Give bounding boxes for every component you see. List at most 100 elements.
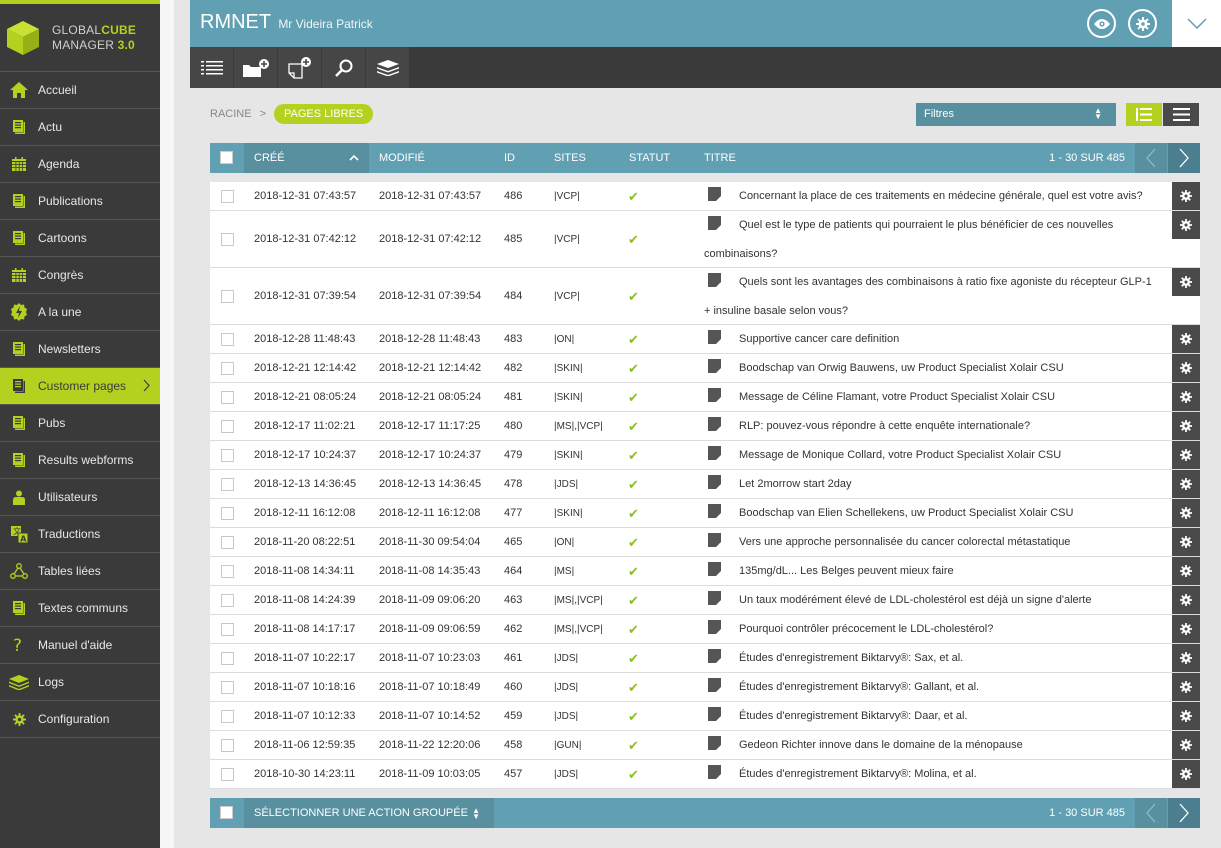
footer-previous-page-button[interactable] xyxy=(1135,798,1167,828)
footer-next-page-button[interactable] xyxy=(1168,798,1200,828)
next-page-button[interactable] xyxy=(1168,143,1200,173)
sidebar-item-manuel-d-aide[interactable]: ? Manuel d'aide xyxy=(0,627,160,664)
row-settings-button[interactable] xyxy=(1172,499,1200,527)
cell-titre[interactable]: Let 2morrow start 2day xyxy=(704,470,1160,499)
cell-titre[interactable]: Études d'enregistrement Biktarvy®: Galla… xyxy=(704,673,1160,702)
cell-titre[interactable]: Études d'enregistrement Biktarvy®: Daar,… xyxy=(704,702,1160,731)
cell-titre[interactable]: Boodschap van Elien Schellekens, uw Prod… xyxy=(704,499,1160,528)
column-statut[interactable]: STATUT xyxy=(629,143,670,173)
table-row[interactable]: 2018-11-07 10:22:17 2018-11-07 10:23:03 46… xyxy=(210,644,1200,673)
cell-titre[interactable]: Message de Céline Flamant, votre Product… xyxy=(704,383,1160,412)
table-row[interactable]: 2018-11-08 14:24:39 2018-11-09 09:06:20 46… xyxy=(210,586,1200,615)
row-checkbox[interactable] xyxy=(221,768,234,781)
table-row[interactable]: 2018-12-21 08:05:24 2018-12-21 08:05:24 48… xyxy=(210,383,1200,412)
row-settings-button[interactable] xyxy=(1172,441,1200,469)
row-settings-button[interactable] xyxy=(1172,211,1200,239)
row-checkbox[interactable] xyxy=(221,290,234,303)
row-settings-button[interactable] xyxy=(1172,702,1200,730)
cell-titre[interactable]: Quel est le type de patients qui pourrai… xyxy=(704,211,1160,268)
sidebar-item-results-webforms[interactable]: Results webforms xyxy=(0,442,160,479)
sidebar-item-accueil[interactable]: Accueil xyxy=(0,72,160,109)
cell-titre[interactable]: Message de Monique Collard, votre Produc… xyxy=(704,441,1160,470)
row-checkbox[interactable] xyxy=(221,190,234,203)
table-row[interactable]: 2018-11-06 12:59:35 2018-11-22 12:20:06 45… xyxy=(210,731,1200,760)
cell-titre[interactable]: Gedeon Richter innove dans le domaine de… xyxy=(704,731,1160,760)
column-modifie[interactable]: MODIFIÉ xyxy=(379,143,425,173)
filters-select[interactable]: Filtres ▲ ▼ xyxy=(916,103,1116,126)
row-checkbox[interactable] xyxy=(221,594,234,607)
previous-page-button[interactable] xyxy=(1135,143,1167,173)
row-settings-button[interactable] xyxy=(1172,268,1200,296)
table-row[interactable]: 2018-12-31 07:42:12 2018-12-31 07:42:12 48… xyxy=(210,211,1200,268)
preview-button[interactable] xyxy=(1087,9,1116,38)
sidebar-item-configuration[interactable]: Configuration xyxy=(0,701,160,738)
column-sites[interactable]: SITES xyxy=(554,143,586,173)
row-checkbox[interactable] xyxy=(221,652,234,665)
breadcrumb-root[interactable]: RACINE xyxy=(210,108,252,120)
row-settings-button[interactable] xyxy=(1172,412,1200,440)
row-checkbox[interactable] xyxy=(221,449,234,462)
add-folder-button[interactable] xyxy=(234,47,278,88)
cell-titre[interactable]: Supportive cancer care definition xyxy=(704,325,1160,354)
table-row[interactable]: 2018-12-21 12:14:42 2018-12-21 12:14:42 48… xyxy=(210,354,1200,383)
settings-button[interactable] xyxy=(1128,9,1157,38)
row-checkbox[interactable] xyxy=(221,710,234,723)
cell-titre[interactable]: 135mg/dL... Les Belges peuvent mieux fai… xyxy=(704,557,1160,586)
row-checkbox[interactable] xyxy=(221,739,234,752)
add-page-button[interactable] xyxy=(278,47,322,88)
sidebar-item-pubs[interactable]: Pubs xyxy=(0,405,160,442)
row-settings-button[interactable] xyxy=(1172,615,1200,643)
cell-titre[interactable]: Quels sont les avantages des combinaison… xyxy=(704,268,1160,325)
layers-button[interactable] xyxy=(366,47,410,88)
table-row[interactable]: 2018-12-17 11:02:21 2018-12-17 11:17:25 48… xyxy=(210,412,1200,441)
row-checkbox[interactable] xyxy=(221,623,234,636)
row-checkbox[interactable] xyxy=(221,362,234,375)
sidebar-item-textes-communs[interactable]: Textes communs xyxy=(0,590,160,627)
sidebar-item-actu[interactable]: Actu xyxy=(0,109,160,146)
row-checkbox[interactable] xyxy=(221,420,234,433)
compact-view-button[interactable] xyxy=(1163,103,1199,126)
detailed-view-button[interactable] xyxy=(1126,103,1162,126)
cell-titre[interactable]: Pourquoi contrôler précocement le LDL-ch… xyxy=(704,615,1160,644)
row-checkbox[interactable] xyxy=(221,478,234,491)
sidebar-item-agenda[interactable]: Agenda xyxy=(0,146,160,183)
sidebar-item-congres[interactable]: Congrès xyxy=(0,257,160,294)
sidebar-item-newsletters[interactable]: Newsletters xyxy=(0,331,160,368)
cell-titre[interactable]: Études d'enregistrement Biktarvy®: Sax, … xyxy=(704,644,1160,673)
row-settings-button[interactable] xyxy=(1172,557,1200,585)
table-row[interactable]: 2018-11-07 10:18:16 2018-11-07 10:18:49 46… xyxy=(210,673,1200,702)
row-settings-button[interactable] xyxy=(1172,325,1200,353)
row-settings-button[interactable] xyxy=(1172,673,1200,701)
cell-titre[interactable]: Vers une approche personnalisée du cance… xyxy=(704,528,1160,557)
sidebar-item-utilisateurs[interactable]: Utilisateurs xyxy=(0,479,160,516)
table-row[interactable]: 2018-12-31 07:43:57 2018-12-31 07:43:57 48… xyxy=(210,182,1200,211)
row-checkbox[interactable] xyxy=(221,565,234,578)
sidebar-item-cartoons[interactable]: Cartoons xyxy=(0,220,160,257)
cell-titre[interactable]: Concernant la place de ces traitements e… xyxy=(704,182,1160,211)
table-row[interactable]: 2018-12-31 07:39:54 2018-12-31 07:39:54 48… xyxy=(210,268,1200,325)
sidebar-item-customer-pages[interactable]: Customer pages xyxy=(0,368,160,405)
row-settings-button[interactable] xyxy=(1172,354,1200,382)
row-settings-button[interactable] xyxy=(1172,644,1200,672)
row-checkbox[interactable] xyxy=(221,681,234,694)
sidebar-item-traductions[interactable]: 文 A Traductions xyxy=(0,516,160,553)
search-button[interactable] xyxy=(322,47,366,88)
table-row[interactable]: 2018-10-30 14:23:11 2018-11-09 10:03:05 45… xyxy=(210,760,1200,789)
table-row[interactable]: 2018-12-11 16:12:08 2018-12-11 16:12:08 47… xyxy=(210,499,1200,528)
cell-titre[interactable]: Études d'enregistrement Biktarvy®: Molin… xyxy=(704,760,1160,789)
table-row[interactable]: 2018-11-20 08:22:51 2018-11-30 09:54:04 46… xyxy=(210,528,1200,557)
table-row[interactable]: 2018-11-08 14:34:11 2018-11-08 14:35:43 46… xyxy=(210,557,1200,586)
sidebar-item-tables-liees[interactable]: Tables liées xyxy=(0,553,160,590)
select-all-checkbox[interactable] xyxy=(220,151,233,164)
column-titre[interactable]: TITRE xyxy=(704,143,736,173)
column-cree[interactable]: CRÉÉ xyxy=(244,143,369,173)
row-settings-button[interactable] xyxy=(1172,470,1200,498)
bulk-action-select[interactable]: SÉLECTIONNER UNE ACTION GROUPÉE ▲ ▼ xyxy=(244,798,494,828)
sidebar-item-logs[interactable]: Logs xyxy=(0,664,160,701)
row-checkbox[interactable] xyxy=(221,391,234,404)
row-settings-button[interactable] xyxy=(1172,528,1200,556)
row-checkbox[interactable] xyxy=(221,536,234,549)
column-id[interactable]: ID xyxy=(504,143,515,173)
cell-titre[interactable]: Boodschap van Orwig Bauwens, uw Product … xyxy=(704,354,1160,383)
table-row[interactable]: 2018-11-08 14:17:17 2018-11-09 09:06:59 46… xyxy=(210,615,1200,644)
